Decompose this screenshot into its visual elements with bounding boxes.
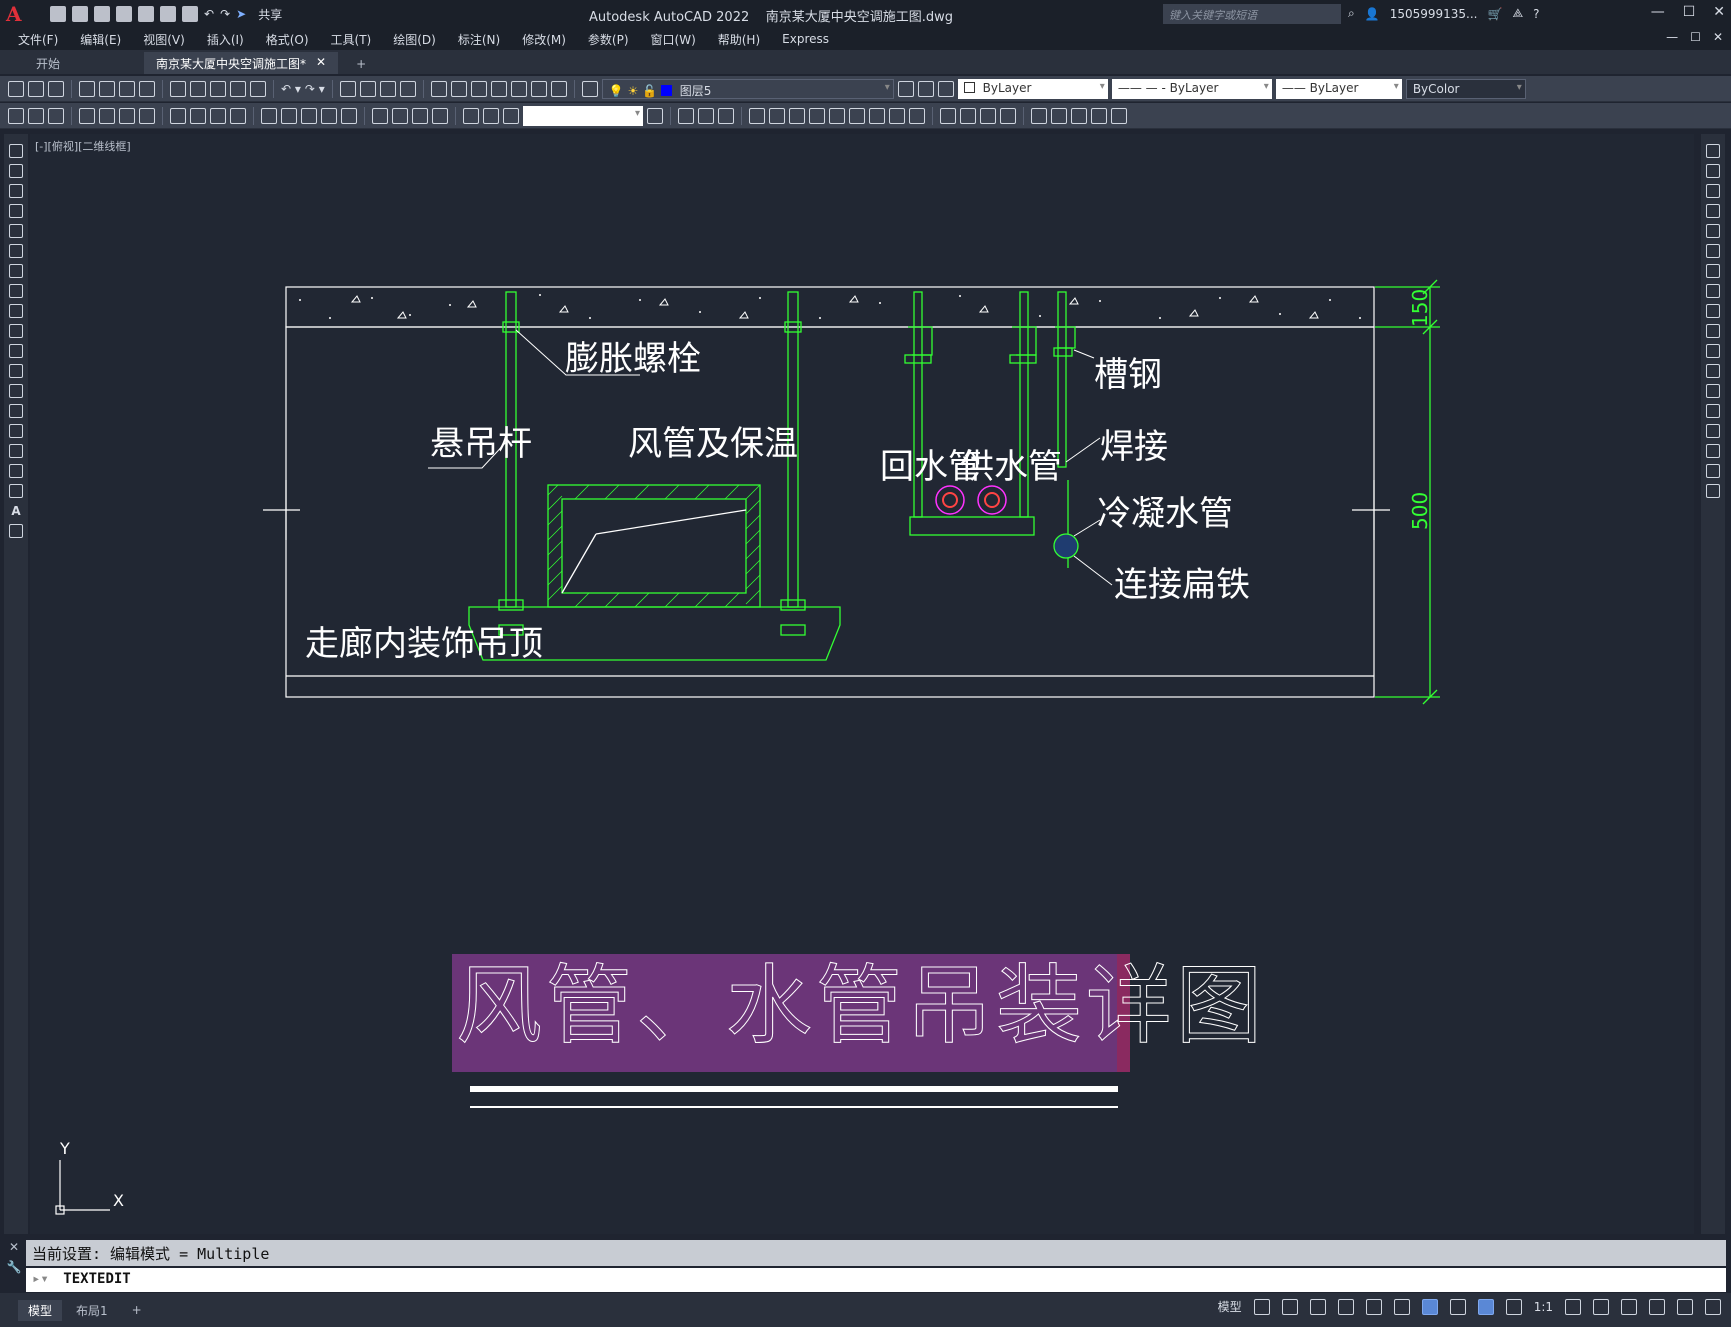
tab-layout1[interactable]: 布局1 (66, 1300, 118, 1321)
isodraft-icon[interactable] (1393, 1298, 1410, 1315)
ortho-icon[interactable] (1309, 1298, 1326, 1315)
ucs-y-label: Y (59, 1139, 70, 1158)
label-channel-steel[interactable]: 槽钢 (1094, 355, 1162, 395)
water-pipes (935, 485, 1079, 559)
condensate-rod (1057, 291, 1067, 468)
duct-hatch (547, 484, 761, 608)
clamp-left (904, 354, 932, 364)
command-text: TEXTEDIT (63, 1271, 131, 1287)
label-weld[interactable]: 焊接 (1100, 427, 1168, 467)
title-underline-thin (470, 1106, 1118, 1108)
nut-left (498, 599, 524, 611)
return-pipe-core (942, 492, 958, 508)
snap-icon[interactable] (1281, 1298, 1298, 1315)
clamp-right (1009, 354, 1037, 364)
label-ceiling[interactable]: 走廊内装饰吊顶 (305, 624, 543, 664)
label-supply-pipe[interactable]: 供水管 (960, 447, 1062, 487)
dim-slab-text[interactable]: 150 (1408, 289, 1432, 327)
command-prompt-icon[interactable]: ▸▾ (32, 1271, 49, 1287)
duct-break-line (595, 509, 747, 535)
duct-insulation (547, 484, 761, 608)
title-underline-thick (470, 1086, 1118, 1092)
channel-left (908, 326, 933, 356)
tab-model[interactable]: 模型 (18, 1299, 63, 1321)
grid-icon[interactable] (1253, 1298, 1270, 1315)
ucs-x-label: X (113, 1191, 124, 1210)
label-flat-iron[interactable]: 连接扁铁 (1114, 565, 1250, 605)
command-line-side: ✕ 🔧 (4, 1240, 24, 1292)
label-rod[interactable]: 悬吊杆 (430, 424, 532, 464)
pipe-support-channel (909, 516, 1035, 536)
leader-channel (1073, 349, 1095, 359)
annotation-monitor-icon[interactable] (1593, 1298, 1609, 1315)
ucs-icon (55, 1160, 110, 1215)
dim-height-text[interactable]: 500 (1408, 492, 1432, 530)
annotation-visibility-icon[interactable] (1477, 1298, 1494, 1315)
object-snap-icon[interactable] (1421, 1298, 1438, 1315)
customization-icon[interactable] (1705, 1298, 1721, 1315)
command-input[interactable]: ▸▾ TEXTEDIT (26, 1268, 1726, 1292)
add-layout-button[interactable]: + (122, 1301, 152, 1319)
clean-screen-icon[interactable] (1677, 1298, 1693, 1315)
label-duct[interactable]: 风管及保温 (628, 424, 798, 464)
auto-scale-icon[interactable] (1505, 1298, 1522, 1315)
break-line-right (1352, 480, 1390, 540)
drawing-labels: 膨胀螺栓 悬吊杆 风管及保温 回水管 供水管 槽钢 焊接 冷凝水管 连接扁铁 走… (305, 339, 1250, 664)
condensate-pipe (1053, 533, 1079, 559)
dimension-text: 150 500 (1408, 289, 1432, 530)
concrete-triangles (350, 295, 1319, 319)
slab-outline (285, 286, 1375, 328)
break-line-left (263, 480, 300, 540)
label-bolt[interactable]: 膨胀螺栓 (565, 339, 701, 379)
model-space-button[interactable]: 模型 (1218, 1298, 1242, 1315)
supply-pipe-core (984, 492, 1000, 508)
leader-flat-iron (1073, 555, 1113, 586)
status-tray: 模型 1:1 (1218, 1298, 1721, 1315)
label-condensate[interactable]: 冷凝水管 (1097, 494, 1233, 534)
concrete-hatch (299, 294, 1361, 319)
leader-weld (1065, 437, 1101, 463)
polar-icon[interactable] (1337, 1298, 1354, 1315)
nut-right-lower (780, 624, 806, 636)
units-icon[interactable] (1621, 1298, 1637, 1315)
command-history: 当前设置: 编辑模式 = Multiple (26, 1240, 1726, 1266)
supply-pipe (977, 485, 1007, 515)
annotation-scale[interactable]: 1:1 (1534, 1300, 1553, 1314)
nut-right (780, 599, 806, 611)
clamp-condensate (1053, 347, 1073, 357)
drawing-title[interactable]: 风管、水管吊装详图 (456, 956, 1266, 1057)
workspace-gear-icon[interactable] (1565, 1298, 1581, 1315)
osnap-tracking-icon[interactable] (1365, 1298, 1382, 1315)
duct-break-line (561, 533, 597, 594)
close-command-icon[interactable]: ✕ (9, 1240, 19, 1254)
title-block: 风管、水管吊装详图 (452, 954, 1266, 1108)
ucs-labels: Y X (59, 1139, 124, 1210)
channel-right (1012, 326, 1037, 356)
customize-icon[interactable]: 🔧 (7, 1260, 22, 1274)
lineweight-icon[interactable] (1449, 1298, 1466, 1315)
return-pipe (935, 485, 965, 515)
drawing-svg[interactable]: 膨胀螺栓 悬吊杆 风管及保温 回水管 供水管 槽钢 焊接 冷凝水管 连接扁铁 走… (0, 0, 1731, 1327)
quick-properties-icon[interactable] (1649, 1298, 1665, 1315)
